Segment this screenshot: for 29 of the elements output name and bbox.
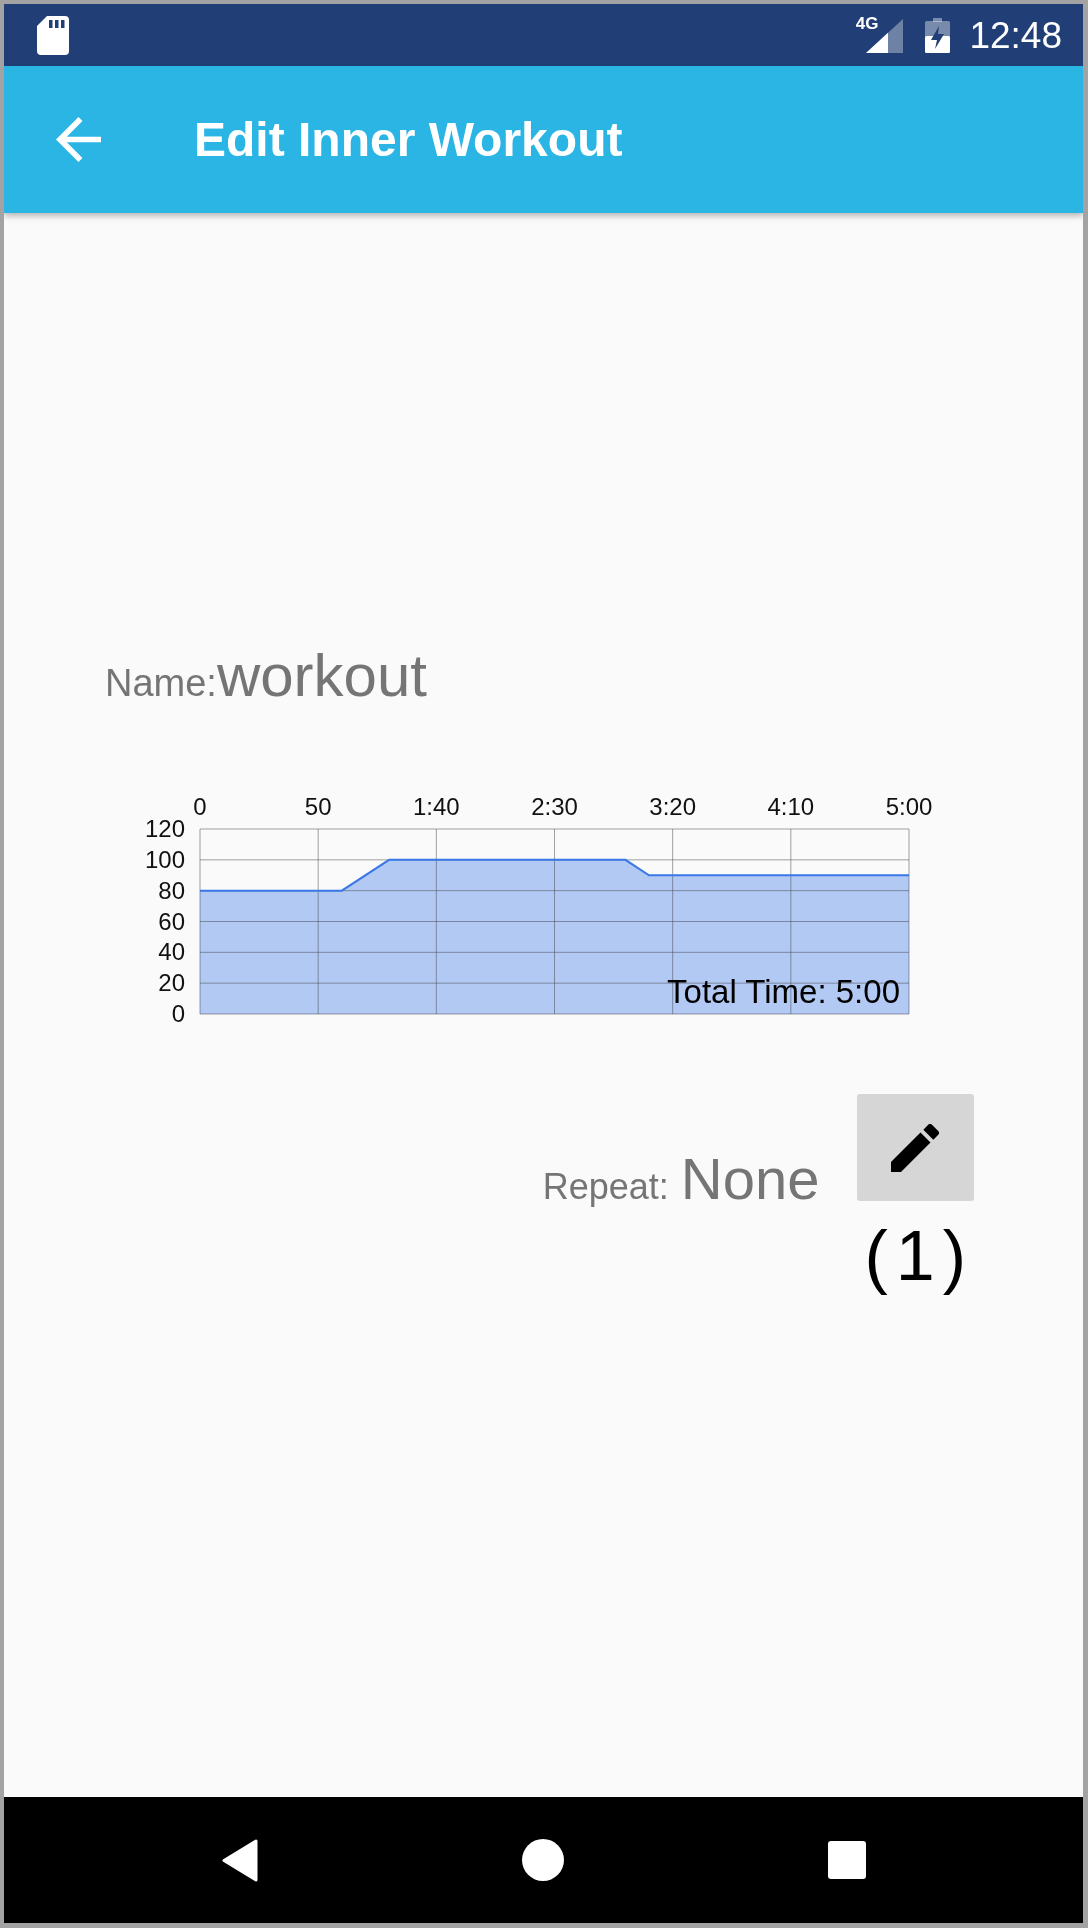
repeat-label: Repeat: — [542, 1169, 669, 1205]
y-axis-tick-label: 100 — [144, 845, 185, 873]
y-axis-tick-label: 60 — [158, 907, 185, 935]
repeat-value: None — [680, 1150, 820, 1208]
y-axis-tick-label: 0 — [171, 1000, 185, 1025]
x-axis-tick-label: 1:40 — [412, 793, 460, 820]
y-axis-tick-label: 120 — [144, 815, 185, 842]
pencil-icon — [891, 1123, 940, 1172]
x-axis-tick-label: 2:30 — [531, 793, 578, 820]
recents-icon[interactable] — [827, 1841, 866, 1879]
back-icon[interactable] — [221, 1838, 258, 1882]
x-axis-tick-label: 50 — [304, 793, 332, 820]
status-time: 12:48 — [969, 16, 1062, 54]
sd-card-icon — [37, 15, 69, 55]
home-icon[interactable] — [521, 1839, 564, 1881]
name-label: Name: — [105, 664, 217, 702]
network-type-label: 4G — [855, 15, 879, 32]
x-axis-tick-label: 4:10 — [767, 793, 815, 820]
x-axis-tick-label: 3:20 — [649, 793, 697, 820]
y-axis-tick-label: 40 — [158, 938, 185, 966]
x-axis-tick-label: 0 — [193, 793, 207, 820]
edit-button[interactable] — [856, 1094, 974, 1201]
x-axis-tick-label: 5:00 — [885, 793, 933, 820]
total-time-label: Total Time: 5:00 — [667, 973, 900, 1010]
screen-title: Edit Inner Workout — [194, 115, 623, 164]
y-axis-tick-label: 80 — [158, 876, 185, 904]
y-axis-tick-label: 20 — [158, 969, 185, 997]
name-value: workout — [216, 646, 427, 706]
battery-icon — [925, 17, 951, 53]
